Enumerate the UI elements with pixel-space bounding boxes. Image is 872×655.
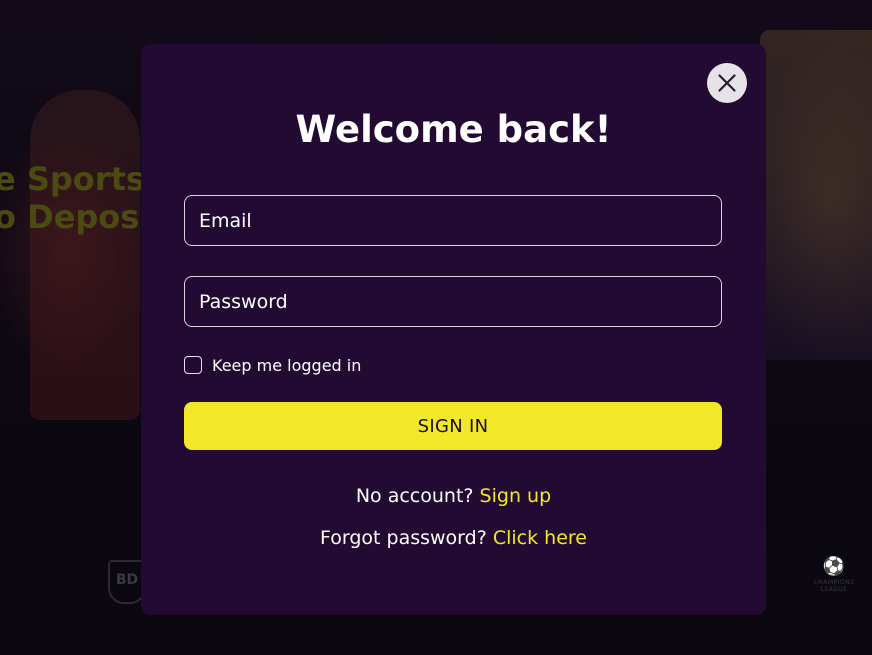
no-account-text: No account? (355, 485, 474, 507)
close-button[interactable] (707, 63, 747, 103)
background-hero-text: e Sports (0, 160, 145, 198)
password-field-wrapper (184, 276, 722, 327)
background-champions-league-logo: ⚽ CHAMPIONS LEAGUE (812, 556, 856, 600)
signup-prompt: No account? Sign up (141, 483, 766, 509)
keep-logged-in-label: Keep me logged in (212, 355, 362, 375)
password-field[interactable] (185, 277, 721, 326)
background-casino-image (760, 30, 872, 360)
forgot-password-text: Forgot password? (319, 527, 487, 549)
background-hero-text: o Depos (0, 198, 140, 236)
forgot-password-link[interactable]: Click here (493, 527, 587, 549)
sign-up-link[interactable]: Sign up (480, 485, 552, 507)
forgot-password-prompt: Forgot password? Click here (141, 525, 766, 551)
email-field[interactable] (185, 196, 721, 245)
keep-logged-in-checkbox[interactable] (184, 356, 202, 374)
football-icon: ⚽ (822, 556, 846, 577)
close-icon (718, 74, 736, 92)
sign-in-button[interactable]: SIGN IN (184, 402, 722, 450)
login-modal: Welcome back! Keep me logged in SIGN IN … (141, 44, 766, 615)
modal-title: Welcome back! (295, 108, 612, 151)
logo-caption: CHAMPIONS LEAGUE (813, 579, 855, 593)
keep-logged-in-option[interactable]: Keep me logged in (184, 354, 361, 376)
background-player-image (30, 90, 140, 420)
email-field-wrapper (184, 195, 722, 246)
